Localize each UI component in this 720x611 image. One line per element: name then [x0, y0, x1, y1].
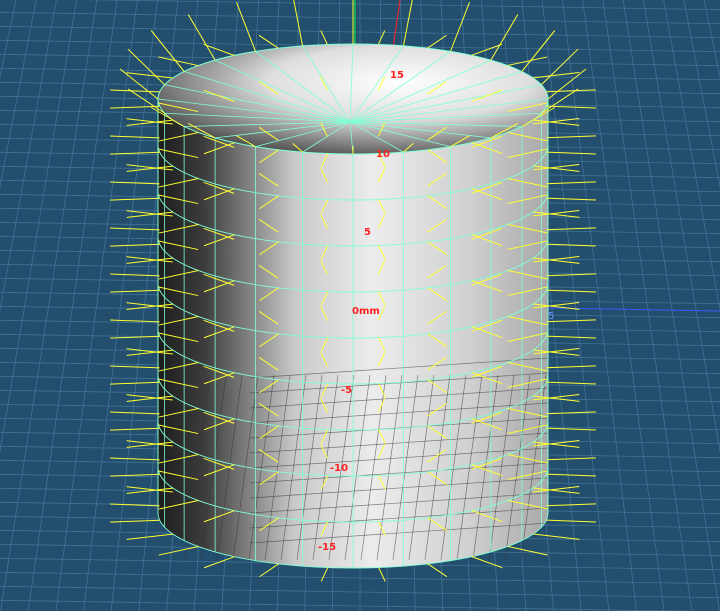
ruler-label: -10 — [330, 463, 348, 474]
normal-vector — [110, 151, 160, 155]
normal-vector — [110, 227, 160, 231]
ruler-label: 5 — [364, 227, 371, 238]
grid-line — [0, 0, 17, 80]
normal-vector — [203, 43, 235, 56]
normal-vector — [110, 89, 160, 93]
normal-vector — [546, 457, 596, 461]
normal-vector — [110, 381, 160, 385]
normal-vector — [546, 519, 596, 523]
ruler-label: 0mm — [352, 306, 380, 317]
normal-vector — [110, 135, 160, 139]
normal-vector — [320, 30, 328, 45]
grid-line — [0, 0, 37, 189]
normal-vector — [110, 197, 160, 201]
ruler-label: 15 — [390, 70, 404, 81]
normal-vector — [546, 151, 596, 155]
normal-vector — [450, 2, 470, 52]
normal-vector — [546, 135, 596, 139]
normal-vector — [187, 14, 216, 61]
normal-vector — [258, 34, 279, 49]
normal-vector — [546, 181, 596, 185]
ruler-label: -15 — [318, 542, 336, 553]
normal-vector — [546, 381, 596, 385]
ruler-label: 10 — [376, 149, 390, 160]
normal-vector — [546, 427, 596, 431]
axis-end-label: 5 — [548, 311, 554, 322]
normal-vector — [110, 243, 160, 247]
grid-line — [55, 0, 138, 611]
normal-vector — [158, 546, 199, 556]
normal-vector — [546, 473, 596, 477]
normal-vector — [490, 14, 519, 61]
normal-vector — [259, 563, 279, 578]
normal-vector — [110, 457, 160, 461]
normal-vector — [546, 335, 596, 339]
normal-vector — [546, 289, 596, 293]
normal-vector — [546, 227, 596, 231]
normal-vector — [110, 519, 160, 523]
normal-vector — [546, 197, 596, 201]
normal-vector — [546, 365, 596, 369]
normal-vector — [126, 72, 173, 79]
normal-vector — [427, 34, 447, 49]
normal-vector — [378, 567, 386, 582]
normal-vector — [320, 567, 329, 582]
normal-vector — [507, 545, 548, 556]
grid-line — [27, 0, 118, 611]
normal-vector — [110, 273, 160, 277]
normal-vector — [427, 563, 448, 578]
normal-vector — [110, 427, 160, 431]
z-axis-line — [392, 0, 401, 49]
grid-line — [703, 0, 720, 80]
grid-line — [663, 0, 720, 313]
normal-vector — [126, 533, 173, 540]
3d-viewport[interactable]: 15 10 5 0mm -5 -10 -15 5 — [0, 0, 720, 611]
grid-line — [0, 0, 57, 313]
grid-line — [683, 0, 720, 189]
normal-vector — [110, 365, 160, 369]
normal-vector — [110, 289, 160, 293]
normal-vector — [110, 411, 160, 415]
normal-vector — [110, 319, 160, 323]
grid-line — [622, 0, 720, 611]
normal-vector — [150, 30, 185, 72]
ruler-label: -5 — [341, 385, 352, 396]
normal-vector — [402, 0, 413, 46]
grid-line — [0, 0, 98, 611]
normal-vector — [546, 273, 596, 277]
